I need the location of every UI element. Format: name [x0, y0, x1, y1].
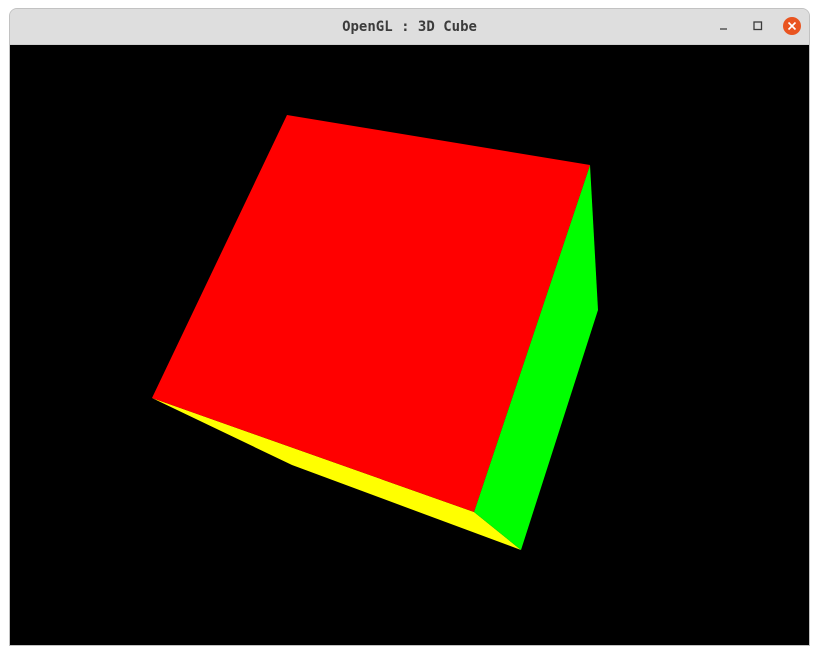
minimize-icon: [720, 28, 727, 30]
window-title: OpenGL : 3D Cube: [342, 19, 477, 35]
maximize-button[interactable]: [748, 16, 768, 36]
title-bar[interactable]: OpenGL : 3D Cube: [10, 9, 809, 45]
close-icon: [783, 17, 801, 35]
maximize-icon: [753, 21, 763, 31]
opengl-canvas[interactable]: [10, 45, 809, 645]
close-button[interactable]: [782, 16, 802, 36]
cube-render: [152, 115, 598, 550]
minimize-button[interactable]: [714, 16, 734, 36]
app-window: OpenGL : 3D Cube: [9, 8, 810, 646]
